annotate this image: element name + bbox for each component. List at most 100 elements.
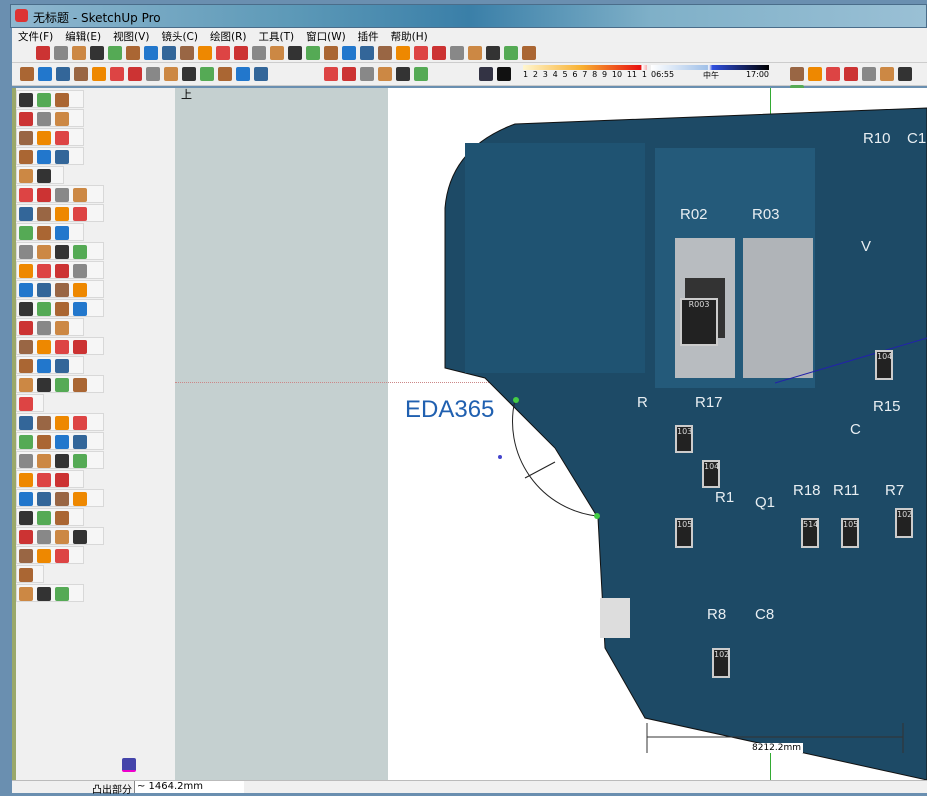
style-tool-icon-3[interactable] xyxy=(826,67,840,81)
palette-tool-icon-1[interactable] xyxy=(19,416,33,430)
standard-tool-icon-14[interactable] xyxy=(254,67,268,81)
palette-tool-icon-1[interactable] xyxy=(19,492,33,506)
views-tool-icon-6[interactable] xyxy=(414,67,428,81)
palette-tool-icon-1[interactable] xyxy=(19,321,33,335)
main-tool-icon-23[interactable] xyxy=(432,46,446,60)
palette-tool-icon-2[interactable] xyxy=(37,264,51,278)
palette-tool-icon-4[interactable] xyxy=(73,188,87,202)
palette-tool-icon-2[interactable] xyxy=(37,340,51,354)
palette-tool-icon-3[interactable] xyxy=(55,549,69,563)
menu-item-1[interactable]: 编辑(E) xyxy=(59,28,107,44)
palette-tool-icon-4[interactable] xyxy=(73,245,87,259)
main-tool-icon-22[interactable] xyxy=(414,46,428,60)
palette-tool-icon-2[interactable] xyxy=(37,473,51,487)
standard-tool-icon-13[interactable] xyxy=(236,67,250,81)
palette-tool-icon-3[interactable] xyxy=(55,302,69,316)
palette-tool-icon-1[interactable] xyxy=(19,245,33,259)
palette-tool-icon-1[interactable] xyxy=(19,511,33,525)
main-tool-icon-2[interactable] xyxy=(54,46,68,60)
palette-tool-icon-3[interactable] xyxy=(55,416,69,430)
palette-tool-icon-3[interactable] xyxy=(55,492,69,506)
standard-tool-icon-11[interactable] xyxy=(200,67,214,81)
main-tool-icon-25[interactable] xyxy=(468,46,482,60)
palette-tool-icon-3[interactable] xyxy=(55,587,69,601)
palette-tool-icon-3[interactable] xyxy=(55,245,69,259)
palette-tool-icon-1[interactable] xyxy=(19,340,33,354)
main-tool-icon-13[interactable] xyxy=(252,46,266,60)
main-tool-icon-4[interactable] xyxy=(90,46,104,60)
style-tool-icon-5[interactable] xyxy=(862,67,876,81)
palette-tool-icon-4[interactable] xyxy=(73,492,87,506)
palette-tool-icon-4[interactable] xyxy=(73,530,87,544)
palette-tool-icon-2[interactable] xyxy=(37,321,51,335)
main-tool-icon-17[interactable] xyxy=(324,46,338,60)
palette-tool-icon-3[interactable] xyxy=(55,188,69,202)
main-tool-icon-20[interactable] xyxy=(378,46,392,60)
main-tool-icon-26[interactable] xyxy=(486,46,500,60)
palette-tool-icon-4[interactable] xyxy=(73,378,87,392)
palette-tool-icon-2[interactable] xyxy=(37,549,51,563)
standard-tool-icon-7[interactable] xyxy=(128,67,142,81)
main-tool-icon-10[interactable] xyxy=(198,46,212,60)
main-tool-icon-8[interactable] xyxy=(162,46,176,60)
main-tool-icon-21[interactable] xyxy=(396,46,410,60)
palette-tool-icon-3[interactable] xyxy=(55,454,69,468)
palette-tool-icon-3[interactable] xyxy=(55,435,69,449)
palette-tool-icon-3[interactable] xyxy=(55,321,69,335)
palette-tool-icon-3[interactable] xyxy=(55,378,69,392)
palette-tool-icon-1[interactable] xyxy=(19,378,33,392)
palette-tool-icon-3[interactable] xyxy=(55,283,69,297)
month-slider[interactable]: 1 2 3 4 5 6 7 8 9 10 11 1 xyxy=(523,65,647,82)
main-tool-icon-16[interactable] xyxy=(306,46,320,60)
palette-tool-icon-4[interactable] xyxy=(73,302,87,316)
menu-item-8[interactable]: 帮助(H) xyxy=(385,28,434,44)
main-tool-icon-6[interactable] xyxy=(126,46,140,60)
palette-tool-icon-2[interactable] xyxy=(37,169,51,183)
palette-tool-icon-4[interactable] xyxy=(73,207,87,221)
palette-tool-icon-1[interactable] xyxy=(19,188,33,202)
views-tool-icon-1[interactable] xyxy=(324,67,338,81)
palette-tool-icon-1[interactable] xyxy=(19,587,33,601)
palette-tool-icon-1[interactable] xyxy=(19,435,33,449)
standard-tool-icon-12[interactable] xyxy=(218,67,232,81)
palette-tool-icon-2[interactable] xyxy=(37,93,51,107)
standard-tool-icon-9[interactable] xyxy=(164,67,178,81)
menu-item-3[interactable]: 镜头(C) xyxy=(155,28,204,44)
palette-tool-icon-1[interactable] xyxy=(19,207,33,221)
palette-tool-icon-1[interactable] xyxy=(19,302,33,316)
menu-item-7[interactable]: 插件 xyxy=(352,28,385,44)
palette-tool-icon-2[interactable] xyxy=(37,131,51,145)
palette-tool-icon-4[interactable] xyxy=(73,435,87,449)
views-tool-icon-5[interactable] xyxy=(396,67,410,81)
palette-tool-icon-3[interactable] xyxy=(55,226,69,240)
main-tool-icon-24[interactable] xyxy=(450,46,464,60)
palette-tool-icon-2[interactable] xyxy=(37,416,51,430)
palette-tool-icon-2[interactable] xyxy=(37,245,51,259)
palette-tool-icon-1[interactable] xyxy=(19,549,33,563)
vcb-input[interactable]: ~ 1464.2mm xyxy=(134,781,244,793)
palette-tool-icon-3[interactable] xyxy=(55,131,69,145)
palette-tool-icon-2[interactable] xyxy=(37,530,51,544)
palette-tool-icon-3[interactable] xyxy=(55,93,69,107)
main-tool-icon-18[interactable] xyxy=(342,46,356,60)
palette-tool-icon-1[interactable] xyxy=(19,283,33,297)
standard-tool-icon-2[interactable] xyxy=(38,67,52,81)
main-tool-icon-19[interactable] xyxy=(360,46,374,60)
palette-tool-icon-1[interactable] xyxy=(19,264,33,278)
palette-tool-icon-2[interactable] xyxy=(37,207,51,221)
style-tool-icon-1[interactable] xyxy=(790,67,804,81)
palette-tool-icon-2[interactable] xyxy=(37,226,51,240)
main-tool-icon-7[interactable] xyxy=(144,46,158,60)
palette-tool-icon-4[interactable] xyxy=(73,454,87,468)
palette-tool-icon-2[interactable] xyxy=(37,283,51,297)
standard-tool-icon-8[interactable] xyxy=(146,67,160,81)
palette-tool-icon-3[interactable] xyxy=(55,511,69,525)
palette-tool-icon-2[interactable] xyxy=(37,378,51,392)
palette-tool-icon-2[interactable] xyxy=(37,492,51,506)
palette-tool-icon-1[interactable] xyxy=(19,93,33,107)
palette-tool-icon-4[interactable] xyxy=(73,264,87,278)
standard-tool-icon-3[interactable] xyxy=(56,67,70,81)
palette-tool-icon-2[interactable] xyxy=(37,454,51,468)
standard-tool-icon-10[interactable] xyxy=(182,67,196,81)
views-tool-icon-3[interactable] xyxy=(360,67,374,81)
